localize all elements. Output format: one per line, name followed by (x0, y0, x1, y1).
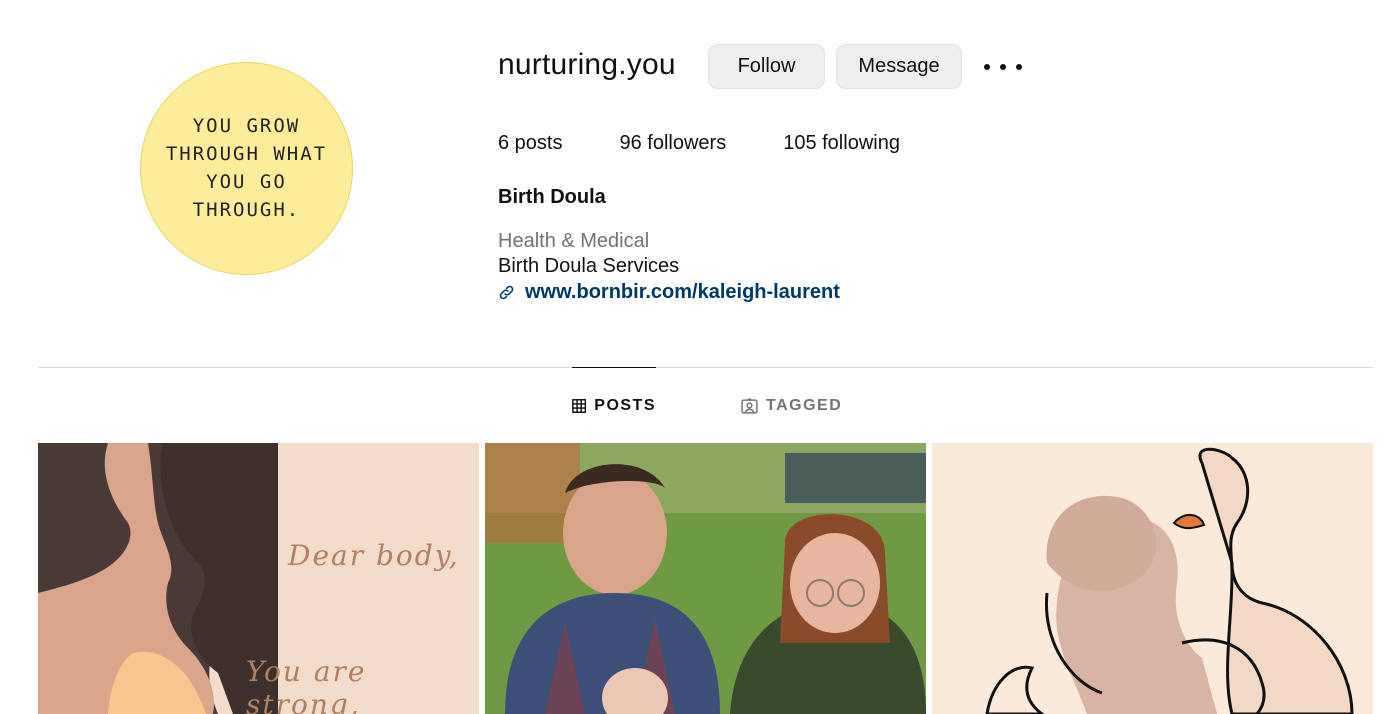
post-tile-mother-baby-illustration[interactable] (932, 443, 1373, 714)
tab-tagged[interactable]: TAGGED (741, 384, 842, 428)
bio-link-text: www.bornbir.com/kaleigh-laurent (525, 281, 840, 303)
profile-avatar[interactable]: YOU GROW THROUGH WHAT YOU GO THROUGH. (140, 62, 353, 275)
tab-tagged-label: TAGGED (766, 397, 843, 414)
avatar-quote: YOU GROW THROUGH WHAT YOU GO THROUGH. (165, 114, 328, 221)
mother-baby-illustration (985, 447, 1354, 714)
following-count[interactable]: 105 following (783, 132, 900, 155)
bio-website-link[interactable]: www.bornbir.com/kaleigh-laurent (498, 281, 840, 304)
tab-posts-label: POSTS (594, 397, 656, 414)
message-button[interactable]: Message (836, 44, 962, 89)
bio-description: Birth Doula Services (498, 255, 680, 277)
more-options-icon[interactable] (984, 56, 1022, 78)
post-tile-family-photo[interactable] (485, 443, 926, 714)
post-text-line1: Dear body, (288, 539, 460, 572)
bio-name: Birth Doula (498, 186, 606, 208)
tagged-user-icon (741, 397, 758, 414)
profile-username: nurturing.you (498, 48, 676, 81)
profile-stats: 6 posts 96 followers 105 following (498, 132, 957, 155)
tab-posts[interactable]: POSTS (572, 367, 656, 428)
link-icon (499, 285, 514, 300)
posts-grid: Dear body, You are strong, (38, 443, 1373, 714)
post-tile-dear-body[interactable]: Dear body, You are strong, (38, 443, 479, 714)
followers-count[interactable]: 96 followers (619, 132, 726, 155)
bio-category: Health & Medical (498, 230, 650, 252)
grid-icon (572, 399, 587, 413)
family-photo-image (485, 443, 926, 714)
follow-button[interactable]: Follow (708, 44, 825, 89)
posts-count: 6 posts (498, 132, 563, 154)
post-text-line2: You are strong, (246, 655, 367, 714)
tabs-divider (38, 367, 1373, 368)
